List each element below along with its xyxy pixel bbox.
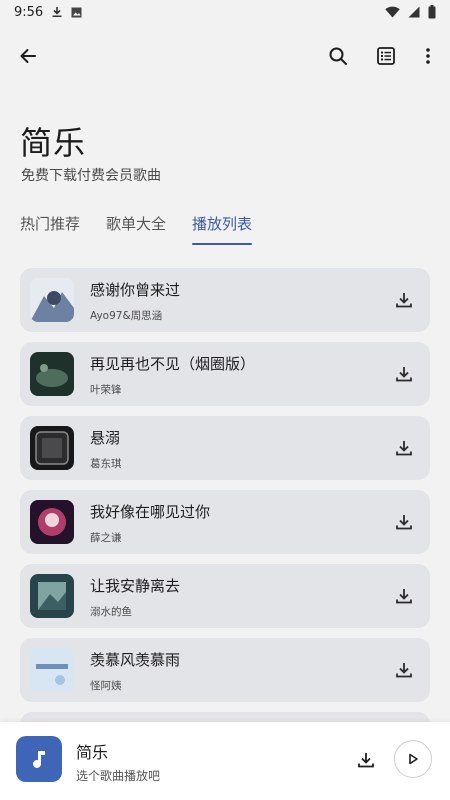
download-icon: [396, 441, 412, 456]
song-cover: [30, 426, 74, 470]
song-artist: 葛东琪: [90, 458, 122, 470]
song-list: 感谢你曾来过 Ayo97&周思涵 再见再也不见（烟圈版） 叶荣锋 悬溺 葛东琪 …: [20, 268, 430, 786]
top-app-bar: [0, 30, 450, 82]
wifi-icon: [385, 6, 400, 18]
more-vert-icon: [426, 48, 430, 64]
music-note-icon: [33, 751, 45, 768]
song-artist: 叶荣锋: [90, 384, 122, 396]
status-bar: 9:56: [0, 0, 450, 24]
list-icon: [377, 47, 395, 65]
download-icon: [358, 753, 374, 768]
more-button[interactable]: [410, 38, 446, 74]
page-subtitle: 免费下载付费会员歌曲: [21, 168, 161, 184]
tab-hot-recommend[interactable]: 热门推荐: [20, 213, 80, 245]
download-icon: [396, 367, 412, 382]
song-title: 悬溺: [90, 429, 121, 447]
download-icon: [396, 589, 412, 604]
download-button[interactable]: [392, 510, 416, 534]
download-icon: [396, 515, 412, 530]
song-item[interactable]: 悬溺 葛东琪: [20, 416, 430, 480]
search-button[interactable]: [320, 38, 356, 74]
song-artist: 怪阿姨: [90, 680, 122, 692]
song-artist: Ayo97&周思涵: [90, 310, 163, 322]
song-title: 羡慕风羡慕雨: [90, 651, 181, 669]
download-button[interactable]: [392, 658, 416, 682]
play-button[interactable]: [394, 740, 432, 778]
battery-icon: [428, 5, 436, 19]
download-button[interactable]: [392, 288, 416, 312]
download-button[interactable]: [392, 436, 416, 460]
back-button[interactable]: [10, 38, 46, 74]
download-button[interactable]: [392, 584, 416, 608]
playlist-button[interactable]: [368, 38, 404, 74]
song-title: 让我安静离去: [90, 577, 181, 595]
signal-icon: [408, 6, 420, 18]
song-cover: [30, 648, 74, 692]
status-time: 9:56: [14, 4, 44, 20]
song-item[interactable]: 再见再也不见（烟圈版） 叶荣锋: [20, 342, 430, 406]
player-subtitle: 选个歌曲播放吧: [76, 769, 161, 783]
song-cover: [30, 574, 74, 618]
page-title: 简乐: [20, 124, 87, 162]
download-icon: [396, 293, 412, 308]
player-download-button[interactable]: [354, 748, 378, 772]
back-arrow-icon: [20, 49, 36, 63]
tab-play-queue[interactable]: 播放列表: [192, 213, 253, 245]
download-icon: [396, 663, 412, 678]
photo-status-icon: [71, 7, 82, 18]
search-icon: [329, 47, 347, 65]
song-cover: [30, 278, 74, 322]
song-title: 感谢你曾来过: [90, 281, 181, 299]
song-item[interactable]: 羡慕风羡慕雨 怪阿姨: [20, 638, 430, 702]
song-title: 我好像在哪见过你: [90, 503, 211, 521]
download-status-icon: [51, 6, 63, 18]
song-item[interactable]: 让我安静离去 溺水的鱼: [20, 564, 430, 628]
song-title: 再见再也不见（烟圈版）: [90, 355, 256, 373]
player-title: 简乐: [76, 743, 109, 762]
play-icon: [409, 753, 418, 765]
song-cover: [30, 352, 74, 396]
tab-bar: 热门推荐 歌单大全 播放列表: [20, 213, 253, 245]
player-cover: [16, 736, 62, 782]
mini-player[interactable]: 简乐 选个歌曲播放吧: [0, 722, 450, 800]
song-artist: 薛之谦: [90, 532, 122, 544]
song-cover: [30, 500, 74, 544]
tab-playlists[interactable]: 歌单大全: [106, 213, 166, 245]
song-item[interactable]: 我好像在哪见过你 薛之谦: [20, 490, 430, 554]
download-button[interactable]: [392, 362, 416, 386]
song-item[interactable]: 感谢你曾来过 Ayo97&周思涵: [20, 268, 430, 332]
song-artist: 溺水的鱼: [90, 606, 132, 618]
